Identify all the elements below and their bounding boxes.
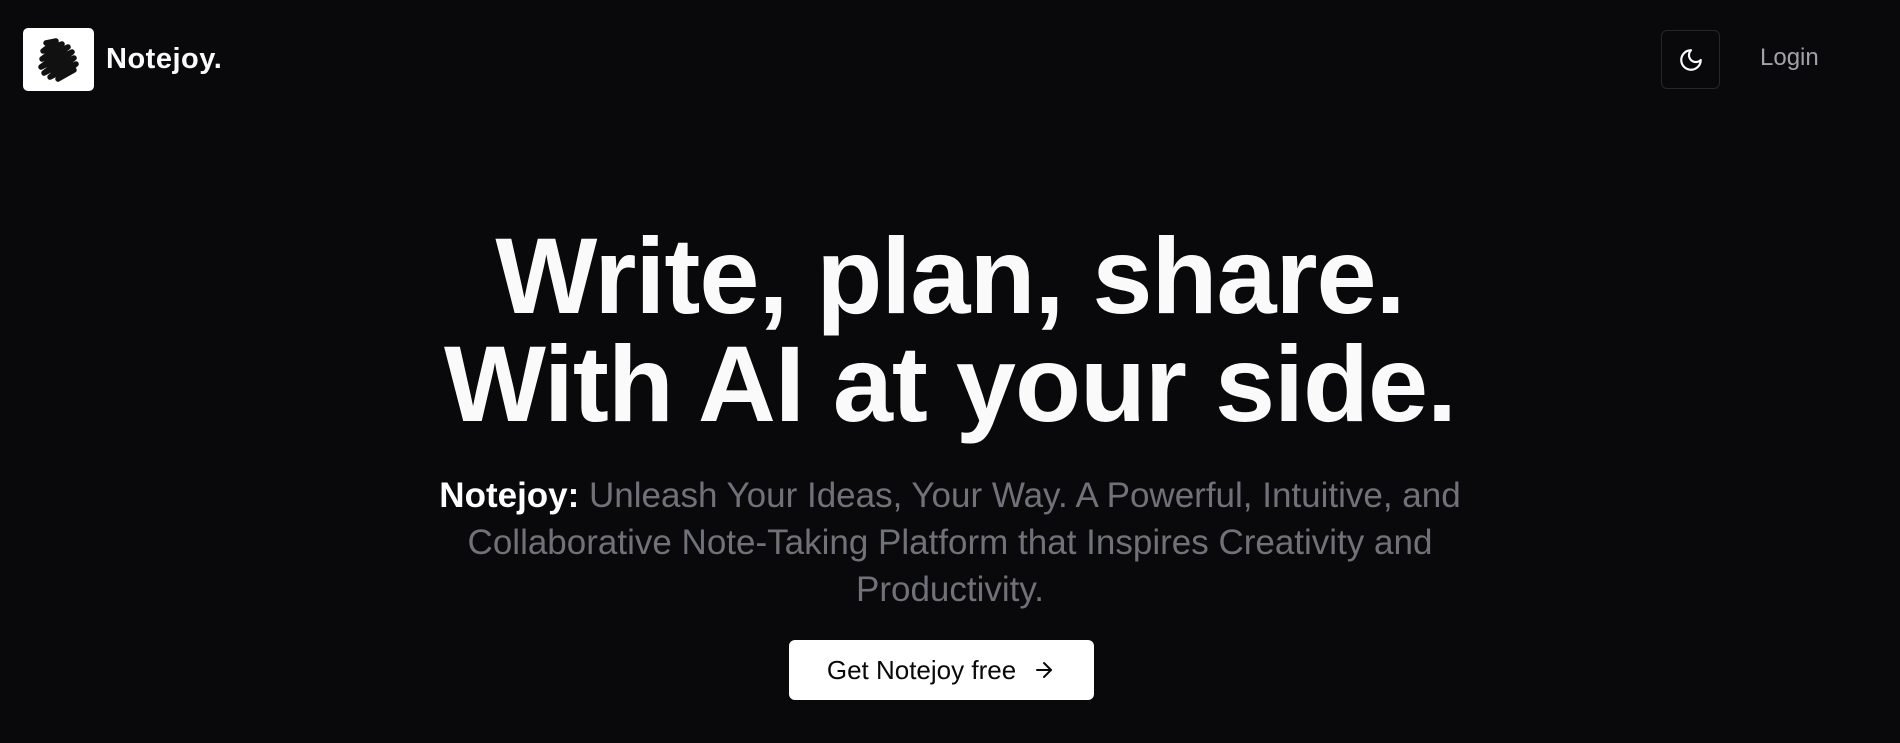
hero-subtitle: Notejoy: Unleash Your Ideas, Your Way. A… <box>375 472 1525 613</box>
landing-page: Notejoy. Login Write, plan, share. With … <box>0 0 1900 743</box>
brand-link[interactable]: Notejoy. <box>23 28 222 91</box>
scribble-logo-icon <box>37 37 79 82</box>
headline-line-1: Write, plan, share. <box>495 215 1405 336</box>
arrow-right-icon <box>1036 662 1053 678</box>
theme-toggle-button[interactable] <box>1661 30 1720 89</box>
cta-label: Get Notejoy free <box>826 654 1017 685</box>
login-link[interactable]: Login <box>1760 44 1819 72</box>
get-notejoy-free-button[interactable]: Get Notejoy free <box>789 640 1094 700</box>
moon-icon <box>1679 48 1702 71</box>
brand-name: Notejoy. <box>106 43 223 75</box>
hero-headline: Write, plan, share. With AI at your side… <box>0 222 1900 438</box>
subtitle-brand: Notejoy: <box>439 476 580 515</box>
headline-line-2: With AI at your side. <box>443 323 1457 444</box>
subtitle-text: Unleash Your Ideas, Your Way. A Powerful… <box>467 476 1461 609</box>
logo <box>23 28 94 91</box>
hero-section: Write, plan, share. With AI at your side… <box>0 222 1900 613</box>
site-header: Notejoy. Login <box>0 0 1900 120</box>
